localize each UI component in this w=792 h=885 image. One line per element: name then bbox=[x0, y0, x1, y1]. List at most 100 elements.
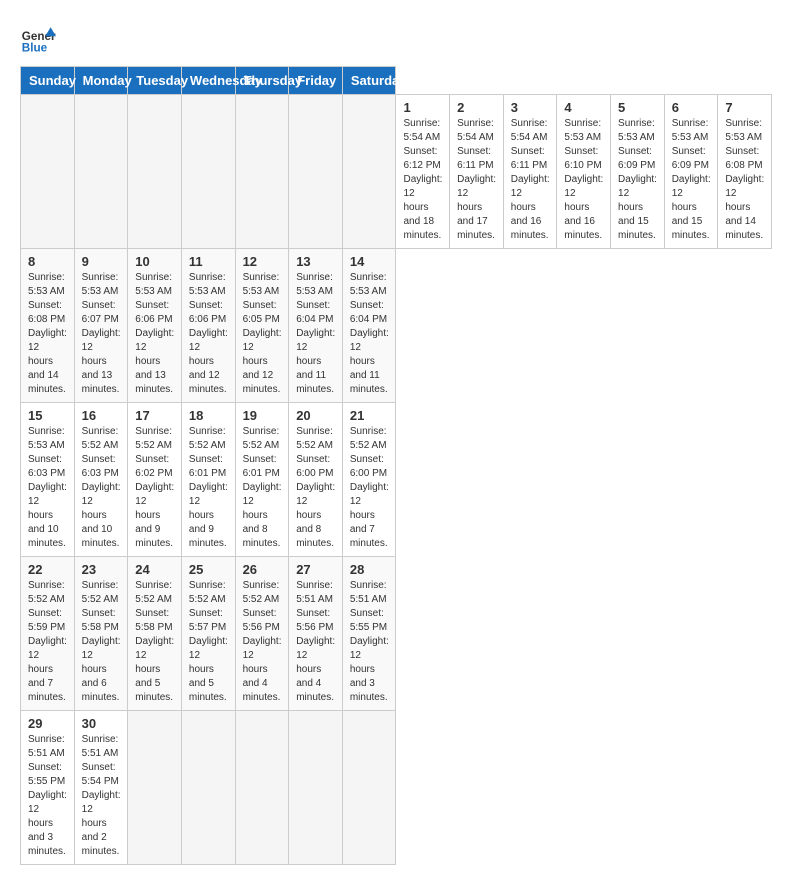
calendar-cell bbox=[21, 95, 75, 249]
day-info: Sunrise: 5:52 AM Sunset: 5:58 PM Dayligh… bbox=[135, 579, 174, 705]
calendar-cell bbox=[128, 711, 182, 865]
calendar-week-row: 1 Sunrise: 5:54 AM Sunset: 6:12 PM Daylig… bbox=[21, 95, 772, 249]
day-info: Sunrise: 5:53 AM Sunset: 6:10 PM Dayligh… bbox=[564, 117, 603, 243]
calendar-cell: 16 Sunrise: 5:52 AM Sunset: 6:03 PM Dayli… bbox=[74, 403, 128, 557]
day-number: 21 bbox=[350, 408, 389, 423]
day-info: Sunrise: 5:53 AM Sunset: 6:03 PM Dayligh… bbox=[28, 425, 67, 551]
calendar-cell: 22 Sunrise: 5:52 AM Sunset: 5:59 PM Dayli… bbox=[21, 557, 75, 711]
calendar-week-row: 15Sunrise: 5:53 AM Sunset: 6:03 PM Dayli… bbox=[21, 403, 772, 557]
calendar-cell: 6 Sunrise: 5:53 AM Sunset: 6:09 PM Daylig… bbox=[664, 95, 718, 249]
day-number: 29 bbox=[28, 716, 67, 731]
day-number: 16 bbox=[82, 408, 121, 423]
day-info: Sunrise: 5:52 AM Sunset: 5:56 PM Dayligh… bbox=[243, 579, 282, 705]
day-info: Sunrise: 5:52 AM Sunset: 6:01 PM Dayligh… bbox=[243, 425, 282, 551]
calendar-cell: 27 Sunrise: 5:51 AM Sunset: 5:56 PM Dayli… bbox=[289, 557, 343, 711]
calendar-cell: 24 Sunrise: 5:52 AM Sunset: 5:58 PM Dayli… bbox=[128, 557, 182, 711]
calendar-cell bbox=[128, 95, 182, 249]
day-number: 28 bbox=[350, 562, 389, 577]
day-info: Sunrise: 5:53 AM Sunset: 6:06 PM Dayligh… bbox=[189, 271, 228, 397]
calendar-cell bbox=[289, 95, 343, 249]
weekday-header-tuesday: Tuesday bbox=[128, 67, 182, 95]
calendar-cell bbox=[235, 95, 289, 249]
day-number: 6 bbox=[672, 100, 711, 115]
calendar-cell: 4Sunrise: 5:53 AM Sunset: 6:10 PM Daylig… bbox=[557, 95, 611, 249]
day-number: 23 bbox=[82, 562, 121, 577]
day-number: 27 bbox=[296, 562, 335, 577]
calendar-cell: 15Sunrise: 5:53 AM Sunset: 6:03 PM Dayli… bbox=[21, 403, 75, 557]
calendar-cell: 8Sunrise: 5:53 AM Sunset: 6:08 PM Daylig… bbox=[21, 249, 75, 403]
day-number: 1 bbox=[403, 100, 442, 115]
day-info: Sunrise: 5:52 AM Sunset: 6:03 PM Dayligh… bbox=[82, 425, 121, 551]
calendar-week-row: 29 Sunrise: 5:51 AM Sunset: 5:55 PM Dayli… bbox=[21, 711, 772, 865]
day-number: 14 bbox=[350, 254, 389, 269]
day-number: 7 bbox=[725, 100, 764, 115]
day-number: 11 bbox=[189, 254, 228, 269]
weekday-header-thursday: Thursday bbox=[235, 67, 289, 95]
calendar-cell: 29 Sunrise: 5:51 AM Sunset: 5:55 PM Dayli… bbox=[21, 711, 75, 865]
calendar: SundayMondayTuesdayWednesdayThursdayFrid… bbox=[20, 66, 772, 865]
calendar-cell: 9 Sunrise: 5:53 AM Sunset: 6:07 PM Daylig… bbox=[74, 249, 128, 403]
calendar-cell: 13Sunrise: 5:53 AM Sunset: 6:04 PM Dayli… bbox=[289, 249, 343, 403]
calendar-cell: 18Sunrise: 5:52 AM Sunset: 6:01 PM Dayli… bbox=[181, 403, 235, 557]
weekday-header-wednesday: Wednesday bbox=[181, 67, 235, 95]
day-number: 25 bbox=[189, 562, 228, 577]
day-info: Sunrise: 5:52 AM Sunset: 6:01 PM Dayligh… bbox=[189, 425, 228, 551]
calendar-cell: 21Sunrise: 5:52 AM Sunset: 6:00 PM Dayli… bbox=[342, 403, 396, 557]
calendar-cell: 3Sunrise: 5:54 AM Sunset: 6:11 PM Daylig… bbox=[503, 95, 557, 249]
calendar-cell: 26 Sunrise: 5:52 AM Sunset: 5:56 PM Dayli… bbox=[235, 557, 289, 711]
calendar-week-row: 8Sunrise: 5:53 AM Sunset: 6:08 PM Daylig… bbox=[21, 249, 772, 403]
calendar-cell: 10 Sunrise: 5:53 AM Sunset: 6:06 PM Dayli… bbox=[128, 249, 182, 403]
day-info: Sunrise: 5:53 AM Sunset: 6:08 PM Dayligh… bbox=[28, 271, 67, 397]
day-info: Sunrise: 5:52 AM Sunset: 5:57 PM Dayligh… bbox=[189, 579, 228, 705]
calendar-cell bbox=[235, 711, 289, 865]
day-info: Sunrise: 5:53 AM Sunset: 6:06 PM Dayligh… bbox=[135, 271, 174, 397]
day-info: Sunrise: 5:54 AM Sunset: 6:11 PM Dayligh… bbox=[511, 117, 550, 243]
calendar-cell: 5Sunrise: 5:53 AM Sunset: 6:09 PM Daylig… bbox=[611, 95, 665, 249]
day-number: 12 bbox=[243, 254, 282, 269]
day-info: Sunrise: 5:51 AM Sunset: 5:55 PM Dayligh… bbox=[28, 733, 67, 859]
calendar-cell bbox=[289, 711, 343, 865]
weekday-header-friday: Friday bbox=[289, 67, 343, 95]
day-info: Sunrise: 5:54 AM Sunset: 6:12 PM Dayligh… bbox=[403, 117, 442, 243]
weekday-header-saturday: Saturday bbox=[342, 67, 396, 95]
calendar-cell: 11 Sunrise: 5:53 AM Sunset: 6:06 PM Dayli… bbox=[181, 249, 235, 403]
calendar-cell: 12 Sunrise: 5:53 AM Sunset: 6:05 PM Dayli… bbox=[235, 249, 289, 403]
calendar-cell bbox=[74, 95, 128, 249]
calendar-cell bbox=[342, 711, 396, 865]
day-info: Sunrise: 5:53 AM Sunset: 6:08 PM Dayligh… bbox=[725, 117, 764, 243]
day-info: Sunrise: 5:53 AM Sunset: 6:07 PM Dayligh… bbox=[82, 271, 121, 397]
day-number: 2 bbox=[457, 100, 496, 115]
day-info: Sunrise: 5:52 AM Sunset: 6:02 PM Dayligh… bbox=[135, 425, 174, 551]
logo: General Blue bbox=[20, 20, 56, 56]
day-number: 13 bbox=[296, 254, 335, 269]
calendar-cell: 14 Sunrise: 5:53 AM Sunset: 6:04 PM Dayli… bbox=[342, 249, 396, 403]
day-number: 22 bbox=[28, 562, 67, 577]
calendar-cell bbox=[181, 95, 235, 249]
calendar-cell: 2 Sunrise: 5:54 AM Sunset: 6:11 PM Daylig… bbox=[450, 95, 504, 249]
day-number: 5 bbox=[618, 100, 657, 115]
day-number: 17 bbox=[135, 408, 174, 423]
day-info: Sunrise: 5:52 AM Sunset: 5:59 PM Dayligh… bbox=[28, 579, 67, 705]
calendar-week-row: 22 Sunrise: 5:52 AM Sunset: 5:59 PM Dayli… bbox=[21, 557, 772, 711]
day-number: 9 bbox=[82, 254, 121, 269]
day-number: 26 bbox=[243, 562, 282, 577]
day-info: Sunrise: 5:53 AM Sunset: 6:09 PM Dayligh… bbox=[672, 117, 711, 243]
calendar-cell: 28 Sunrise: 5:51 AM Sunset: 5:55 PM Dayli… bbox=[342, 557, 396, 711]
day-number: 10 bbox=[135, 254, 174, 269]
day-info: Sunrise: 5:52 AM Sunset: 5:58 PM Dayligh… bbox=[82, 579, 121, 705]
day-info: Sunrise: 5:51 AM Sunset: 5:54 PM Dayligh… bbox=[82, 733, 121, 859]
day-info: Sunrise: 5:53 AM Sunset: 6:05 PM Dayligh… bbox=[243, 271, 282, 397]
day-info: Sunrise: 5:51 AM Sunset: 5:56 PM Dayligh… bbox=[296, 579, 335, 705]
weekday-header-sunday: Sunday bbox=[21, 67, 75, 95]
day-info: Sunrise: 5:53 AM Sunset: 6:04 PM Dayligh… bbox=[350, 271, 389, 397]
calendar-cell: 1 Sunrise: 5:54 AM Sunset: 6:12 PM Daylig… bbox=[396, 95, 450, 249]
day-info: Sunrise: 5:54 AM Sunset: 6:11 PM Dayligh… bbox=[457, 117, 496, 243]
day-number: 24 bbox=[135, 562, 174, 577]
calendar-cell: 19Sunrise: 5:52 AM Sunset: 6:01 PM Dayli… bbox=[235, 403, 289, 557]
calendar-cell: 7 Sunrise: 5:53 AM Sunset: 6:08 PM Daylig… bbox=[718, 95, 772, 249]
day-info: Sunrise: 5:51 AM Sunset: 5:55 PM Dayligh… bbox=[350, 579, 389, 705]
calendar-cell: 30Sunrise: 5:51 AM Sunset: 5:54 PM Dayli… bbox=[74, 711, 128, 865]
calendar-cell bbox=[181, 711, 235, 865]
calendar-cell: 17 Sunrise: 5:52 AM Sunset: 6:02 PM Dayli… bbox=[128, 403, 182, 557]
calendar-cell: 20Sunrise: 5:52 AM Sunset: 6:00 PM Dayli… bbox=[289, 403, 343, 557]
